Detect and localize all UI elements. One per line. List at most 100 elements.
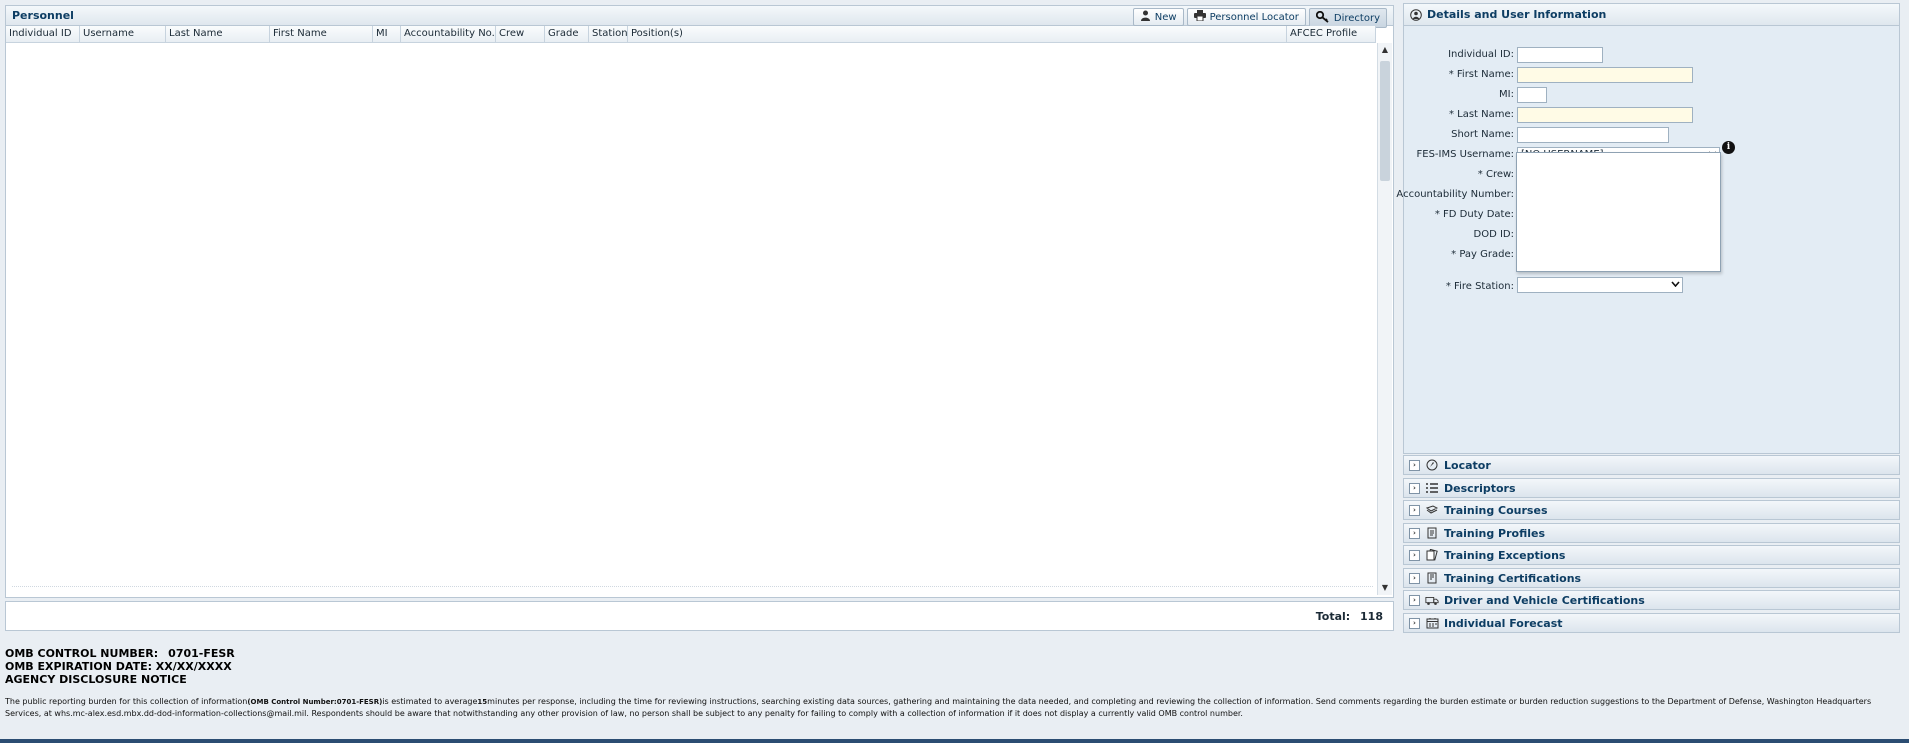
expand-icon: › [1409, 527, 1420, 539]
dod-id-label: DOD ID: [1473, 229, 1514, 240]
scrollbar-thumb[interactable] [1380, 61, 1390, 181]
certificate-icon [1425, 572, 1439, 584]
last-name-label: * Last Name: [1448, 109, 1514, 120]
section-descriptors[interactable]: › Descriptors [1403, 478, 1900, 498]
crew-label: * Crew: [1477, 169, 1514, 180]
section-label: Training Profiles [1444, 526, 1546, 540]
last-name-row: * Last Name: [1404, 107, 1514, 123]
expand-icon: › [1409, 482, 1420, 494]
col-last-name[interactable]: Last Name [166, 26, 270, 42]
dod-id-row: DOD ID: [1404, 227, 1514, 243]
expand-icon: › [1409, 572, 1420, 584]
col-first-name[interactable]: First Name [270, 26, 373, 42]
personnel-scrollbar[interactable]: ▲ ▼ [1377, 43, 1392, 595]
key-icon [1315, 10, 1330, 26]
new-button-label: New [1154, 11, 1177, 23]
fire-station-label: * Fire Station: [1445, 281, 1514, 292]
first-name-label: * First Name: [1448, 69, 1514, 80]
chevron-down-icon [1671, 278, 1680, 292]
agency-disclosure-title: AGENCY DISCLOSURE NOTICE [5, 673, 187, 686]
directory-button[interactable]: Directory [1308, 8, 1387, 28]
pages-icon [1425, 549, 1439, 561]
section-training-exceptions[interactable]: › Training Exceptions [1403, 545, 1900, 565]
details-header[interactable]: Details and User Information [1404, 4, 1899, 26]
username-label: FES-IMS Username: [1416, 149, 1514, 160]
mi-label: MI: [1499, 89, 1514, 100]
crew-row: * Crew: [1404, 167, 1514, 183]
section-label: Training Exceptions [1444, 548, 1566, 562]
section-training-courses[interactable]: › Training Courses [1403, 500, 1900, 520]
expand-icon: › [1409, 594, 1420, 606]
col-positions[interactable]: Position(s) [628, 26, 1287, 42]
total-label: Total: [1315, 610, 1351, 623]
section-driver-vehicle-certifications[interactable]: › Driver and Vehicle Certifications [1403, 590, 1900, 610]
section-individual-forecast[interactable]: › Individual Forecast [1403, 613, 1900, 633]
col-station[interactable]: Station [589, 26, 628, 42]
directory-button-label: Directory [1333, 12, 1380, 24]
window-bottom-border [0, 739, 1909, 743]
pay-grade-label: * Pay Grade: [1451, 249, 1514, 260]
truck-icon [1425, 594, 1439, 606]
username-row: FES-IMS Username: [1404, 147, 1514, 163]
section-training-profiles[interactable]: › Training Profiles [1403, 523, 1900, 543]
omb-control-line: OMB CONTROL NUMBER: 0701-FESR [5, 647, 235, 660]
grid-row-partial [12, 586, 1373, 593]
section-label: Training Courses [1444, 503, 1548, 517]
fire-station-row: * Fire Station: [1404, 279, 1514, 295]
info-icon[interactable]: i [1722, 141, 1735, 154]
username-dropdown-list[interactable] [1516, 152, 1721, 272]
total-value: 118 [1360, 610, 1383, 623]
col-mi[interactable]: MI [373, 26, 401, 42]
notice-part-c: is estimated to average [382, 697, 478, 706]
section-label: Descriptors [1444, 481, 1516, 495]
section-label: Individual Forecast [1444, 616, 1563, 630]
col-afcec-profile[interactable]: AFCEC Profile [1287, 26, 1376, 42]
mi-input[interactable] [1517, 87, 1547, 103]
col-individual-id[interactable]: Individual ID [6, 26, 80, 42]
first-name-input[interactable] [1517, 67, 1693, 83]
personnel-panel: Personnel New Personnel Locator Director… [5, 5, 1394, 598]
short-name-row: Short Name: [1404, 127, 1514, 143]
short-name-label: Short Name: [1451, 129, 1514, 140]
new-button[interactable]: New [1132, 8, 1184, 26]
expand-icon: › [1409, 617, 1420, 629]
personnel-footer: Total: 118 [5, 601, 1394, 631]
fd-duty-label: * FD Duty Date: [1434, 209, 1514, 220]
compass-icon [1425, 459, 1439, 471]
calendar-icon [1425, 617, 1439, 629]
disclosure-notice: The public reporting burden for this col… [5, 696, 1900, 719]
col-crew[interactable]: Crew [496, 26, 545, 42]
section-locator[interactable]: › Locator [1403, 455, 1900, 475]
personnel-locator-button[interactable]: Personnel Locator [1186, 8, 1306, 26]
omb-control-label: OMB CONTROL NUMBER: [5, 647, 159, 660]
details-title: Details and User Information [1427, 8, 1607, 21]
notice-minutes: 15 [477, 698, 488, 706]
user-icon [1140, 10, 1151, 24]
notice-control-number: (OMB Control Number:0701-FESR) [247, 698, 383, 706]
expand-icon: › [1409, 459, 1420, 471]
col-accountability-no[interactable]: Accountability No. [401, 26, 496, 42]
personnel-title: Personnel [12, 9, 74, 22]
scroll-down-icon[interactable]: ▼ [1378, 581, 1392, 595]
first-name-row: * First Name: [1404, 67, 1514, 83]
personnel-toolbar: New Personnel Locator Directory [1132, 8, 1387, 28]
printer-icon [1193, 10, 1206, 24]
expand-icon: › [1409, 549, 1420, 561]
section-label: Driver and Vehicle Certifications [1444, 593, 1645, 607]
last-name-input[interactable] [1517, 107, 1693, 123]
personnel-column-header: Individual ID Username Last Name First N… [6, 26, 1376, 43]
list-icon [1425, 482, 1439, 494]
col-username[interactable]: Username [80, 26, 166, 42]
individual-id-label: Individual ID: [1448, 49, 1514, 60]
section-training-certifications[interactable]: › Training Certifications [1403, 568, 1900, 588]
individual-id-input[interactable] [1517, 47, 1603, 63]
omb-control-value: 0701-FESR [168, 647, 235, 660]
notice-part-a: The public reporting burden for this col… [5, 697, 248, 706]
mi-row: MI: [1404, 87, 1514, 103]
fire-station-select[interactable] [1517, 277, 1683, 293]
col-grade[interactable]: Grade [545, 26, 589, 42]
expand-icon: › [1409, 504, 1420, 516]
book-icon [1425, 504, 1439, 516]
scroll-up-icon[interactable]: ▲ [1378, 43, 1392, 57]
short-name-input[interactable] [1517, 127, 1669, 143]
